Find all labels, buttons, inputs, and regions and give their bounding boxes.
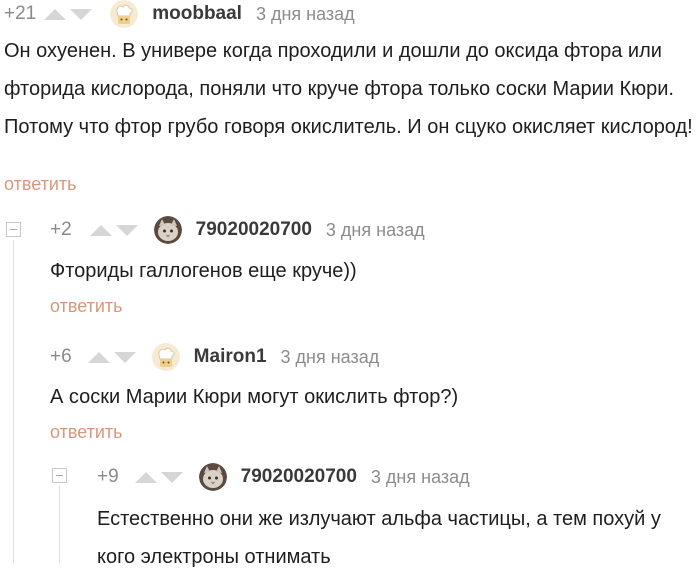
- comment-timestamp[interactable]: 3 дня назад: [281, 347, 380, 368]
- comment-rating: +9: [97, 466, 119, 487]
- downvote-arrow-icon[interactable]: [115, 224, 138, 236]
- comment-author[interactable]: 79020020700: [241, 466, 357, 488]
- comment-1: +21 moobbaal 3 дня назад Он охуенен. В у…: [0, 0, 700, 200]
- comment-text: Он охуенен. В универе когда проходили и …: [4, 40, 693, 138]
- comment-author[interactable]: 79020020700: [196, 219, 312, 241]
- comment-header: +6 Mairon1 3 дня назад: [50, 343, 379, 371]
- comment-text: Естественно они же излучают альфа частиц…: [97, 508, 661, 568]
- comment-text: Фториды галлогенов еще круче)): [50, 260, 357, 282]
- comment-rating: +21: [4, 3, 37, 24]
- chef-avatar-icon[interactable]: [110, 0, 139, 28]
- reply-button[interactable]: ответить: [50, 422, 123, 443]
- comment-timestamp[interactable]: 3 дня назад: [326, 220, 425, 241]
- chef-avatar-icon[interactable]: [151, 343, 180, 371]
- comment-rating: +2: [50, 219, 72, 240]
- upvote-arrow-icon[interactable]: [87, 351, 110, 363]
- comment-header: +21 moobbaal 3 дня назад: [4, 0, 355, 28]
- comment-author[interactable]: moobbaal: [152, 3, 242, 25]
- upvote-arrow-icon[interactable]: [44, 8, 67, 20]
- downvote-arrow-icon[interactable]: [160, 471, 183, 483]
- reply-button[interactable]: ответить: [50, 296, 123, 317]
- downvote-arrow-icon[interactable]: [113, 351, 136, 363]
- comment-timestamp[interactable]: 3 дня назад: [256, 4, 355, 25]
- comment-header: +9 79020020700 3 дня назад: [97, 463, 470, 491]
- cat-photo-avatar-icon[interactable]: [153, 216, 182, 244]
- cat-photo-avatar-icon[interactable]: [198, 463, 227, 491]
- comment-3: +6 Mairon1 3 дня назад А соски Марии Кюр…: [0, 342, 700, 452]
- comment-4: +9 79020020700 3 дня назад Естественно о…: [0, 462, 700, 568]
- comment-rating: +6: [50, 346, 72, 367]
- comment-timestamp[interactable]: 3 дня назад: [371, 467, 470, 488]
- upvote-arrow-icon[interactable]: [134, 471, 157, 483]
- downvote-arrow-icon[interactable]: [70, 8, 93, 20]
- upvote-arrow-icon[interactable]: [89, 224, 112, 236]
- comment-header: +2 79020020700 3 дня назад: [50, 216, 425, 244]
- comment-text: А соски Марии Кюри могут окислить фтор?): [50, 386, 459, 408]
- comment-author[interactable]: Mairon1: [194, 346, 267, 368]
- reply-button[interactable]: ответить: [4, 174, 77, 195]
- comment-2: +2 79020020700 3 дня назад Фториды галло…: [0, 215, 700, 325]
